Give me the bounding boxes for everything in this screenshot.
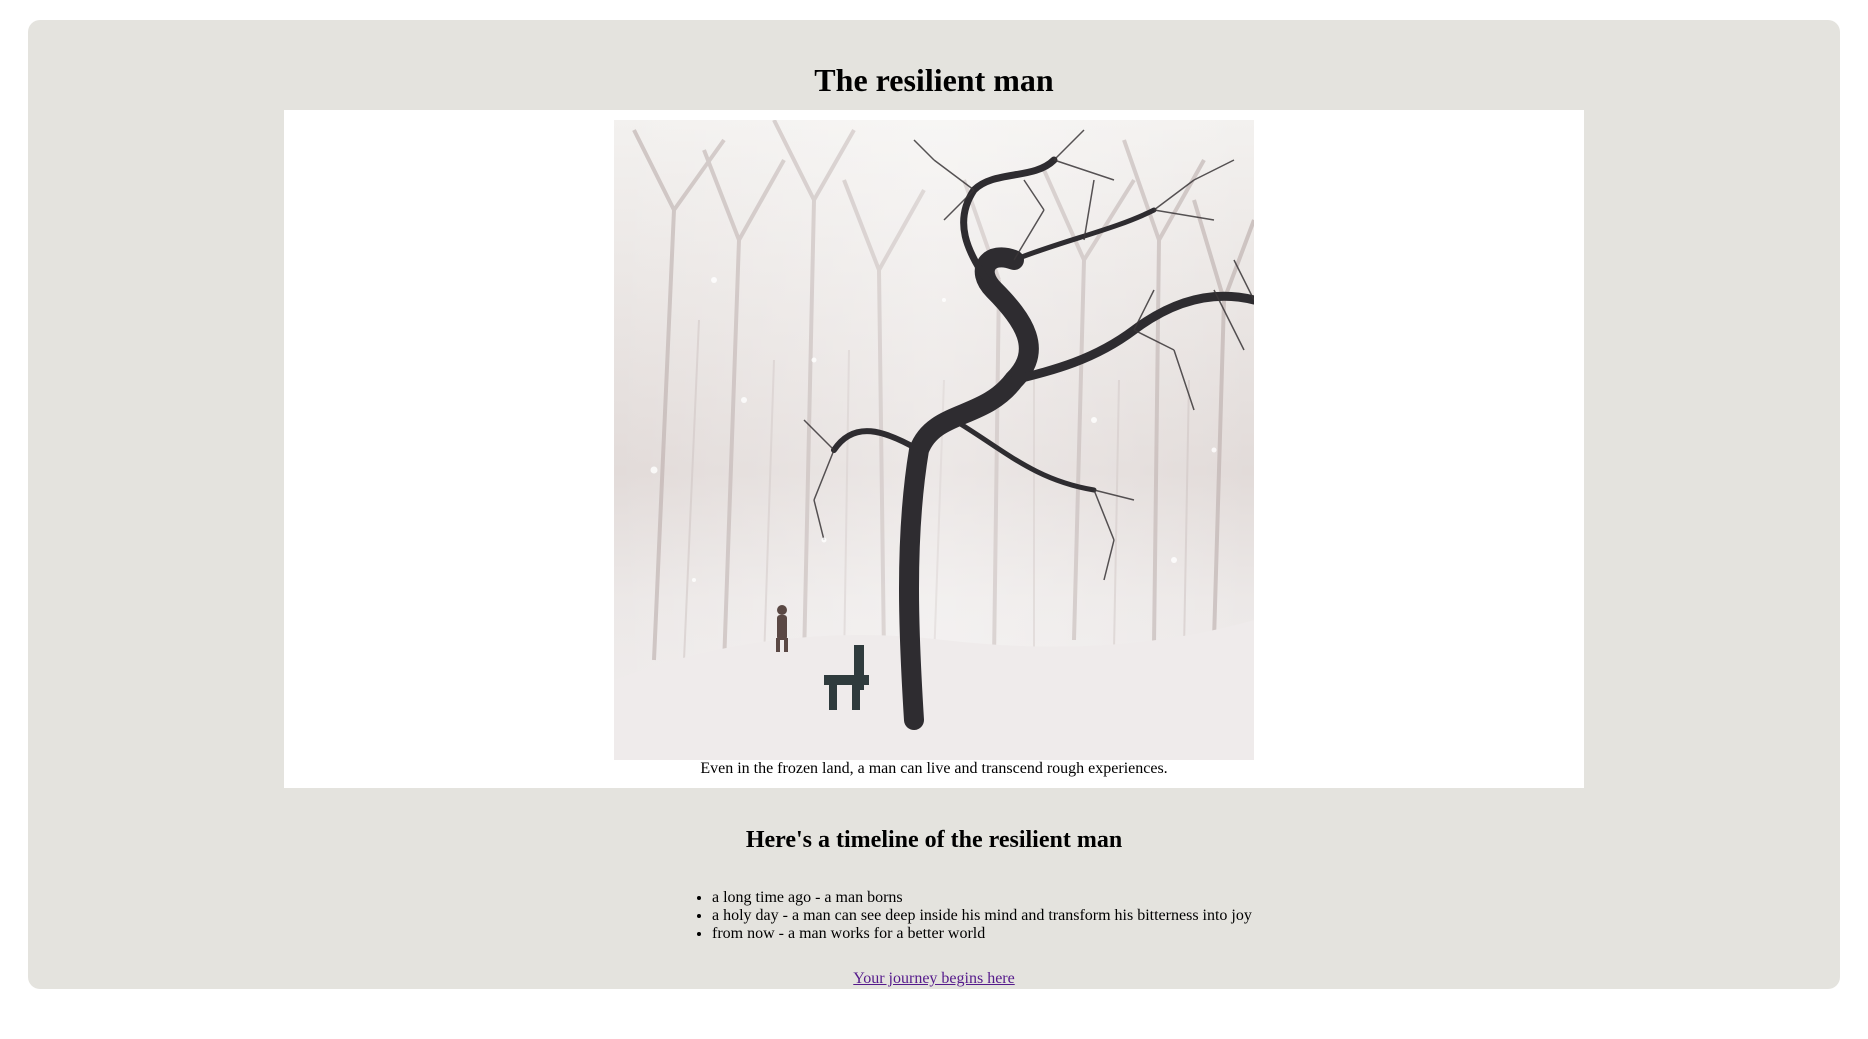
timeline-item: a holy day - a man can see deep inside h…: [712, 907, 1252, 925]
image-caption: Even in the frozen land, a man can live …: [700, 760, 1168, 777]
journey-link[interactable]: Your journey begins here: [853, 970, 1014, 987]
page-title: The resilient man: [814, 62, 1054, 98]
timeline-heading: Here's a timeline of the resilient man: [745, 827, 1123, 853]
snowy-tree-photo: [614, 120, 1254, 760]
timeline-item: a long time ago - a man borns: [712, 889, 1252, 907]
tribute-container: The resilient man Even in the frozen lan…: [28, 20, 1840, 989]
tribute-link-container: Your journey begins here: [28, 969, 1840, 989]
image-panel: Even in the frozen land, a man can live …: [284, 110, 1584, 788]
timeline-item: from now - a man works for a better worl…: [712, 925, 1252, 943]
timeline-list: a long time ago - a man borns a holy day…: [668, 889, 1252, 943]
